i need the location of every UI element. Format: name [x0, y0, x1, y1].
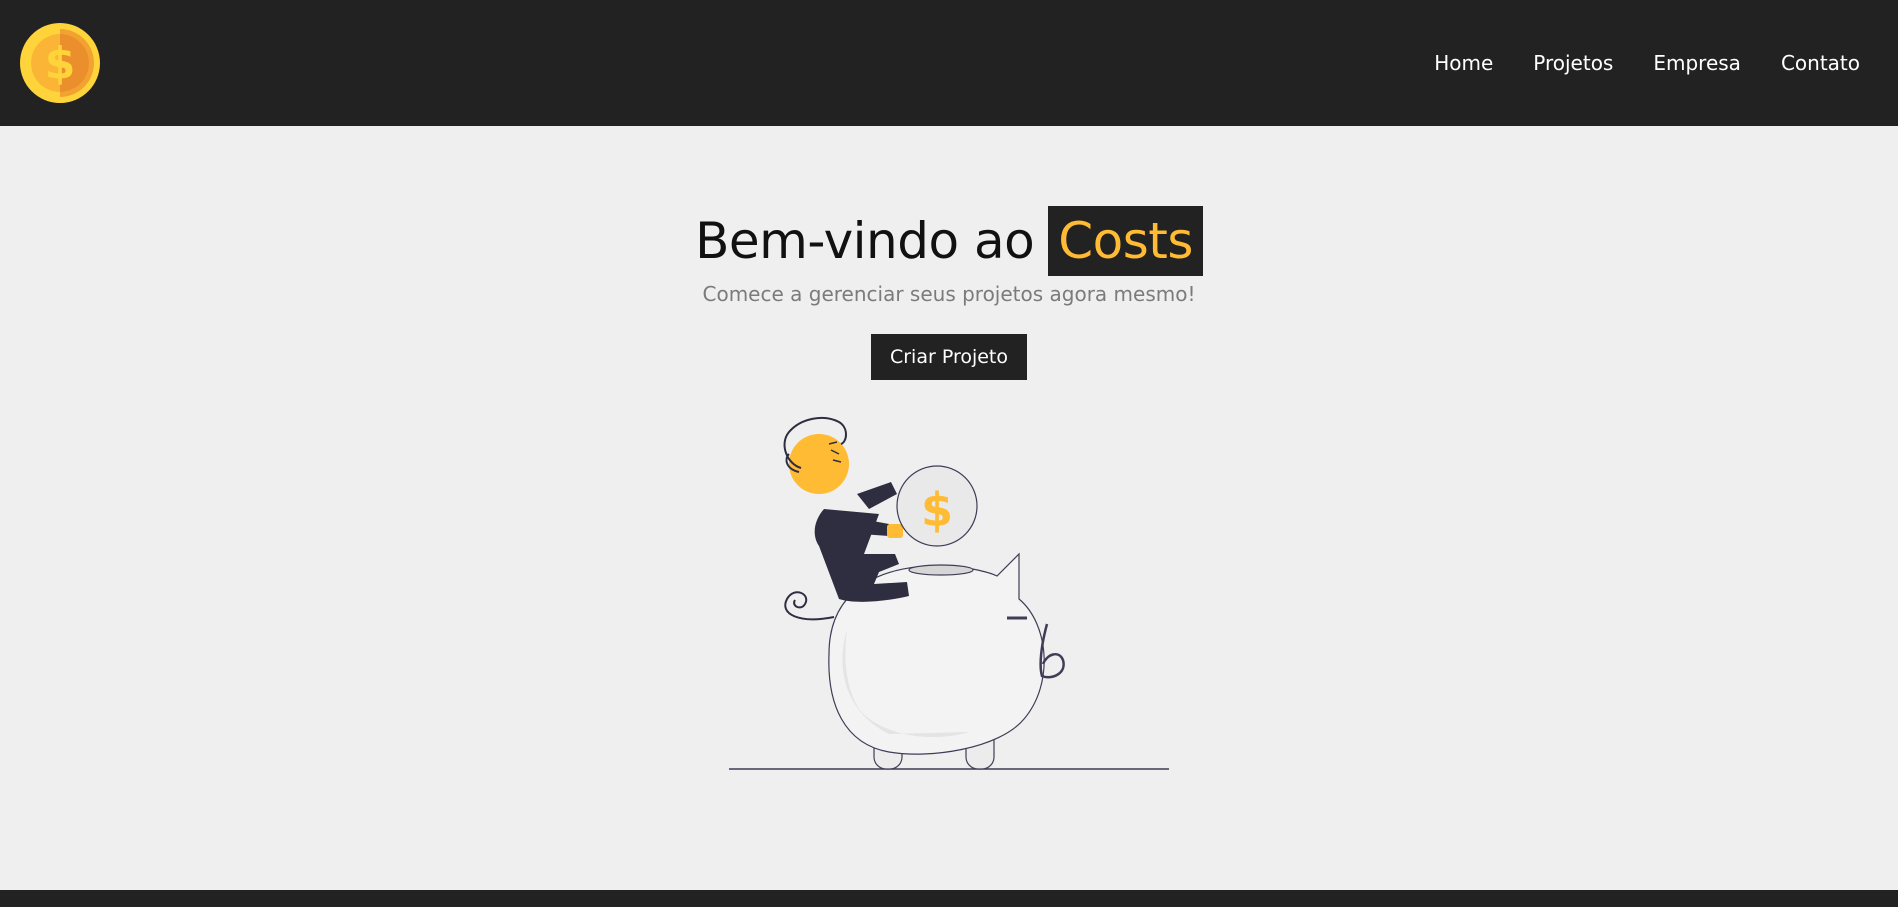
- nav-item-projetos: Projetos: [1533, 51, 1613, 75]
- nav-link-projetos[interactable]: Projetos: [1533, 51, 1613, 75]
- title-brand: Costs: [1048, 206, 1203, 276]
- title-prefix: Bem-vindo ao: [695, 212, 1035, 270]
- create-project-button[interactable]: Criar Projeto: [870, 334, 1028, 380]
- piggy-bank-savings-illustration: $: [729, 416, 1169, 770]
- coin-symbol: $: [921, 483, 953, 537]
- logo-link[interactable]: $: [20, 23, 100, 103]
- nav-item-contato: Contato: [1781, 51, 1860, 75]
- nav-link-contato[interactable]: Contato: [1781, 51, 1860, 75]
- nav-item-empresa: Empresa: [1653, 51, 1741, 75]
- navbar: $ Home Projetos Empresa Contato: [0, 0, 1898, 126]
- nav-item-home: Home: [1434, 51, 1493, 75]
- home-hero: Bem-vindo ao Costs Comece a gerenciar se…: [0, 126, 1898, 890]
- nav-links: Home Projetos Empresa Contato: [1394, 51, 1860, 75]
- page-subtitle: Comece a gerenciar seus projetos agora m…: [702, 282, 1196, 306]
- nav-link-empresa[interactable]: Empresa: [1653, 51, 1741, 75]
- page-title: Bem-vindo ao Costs: [695, 206, 1203, 276]
- svg-text:$: $: [45, 38, 76, 89]
- nav-link-home[interactable]: Home: [1434, 51, 1493, 75]
- dollar-coin-icon: $: [20, 23, 100, 103]
- footer: [0, 890, 1898, 907]
